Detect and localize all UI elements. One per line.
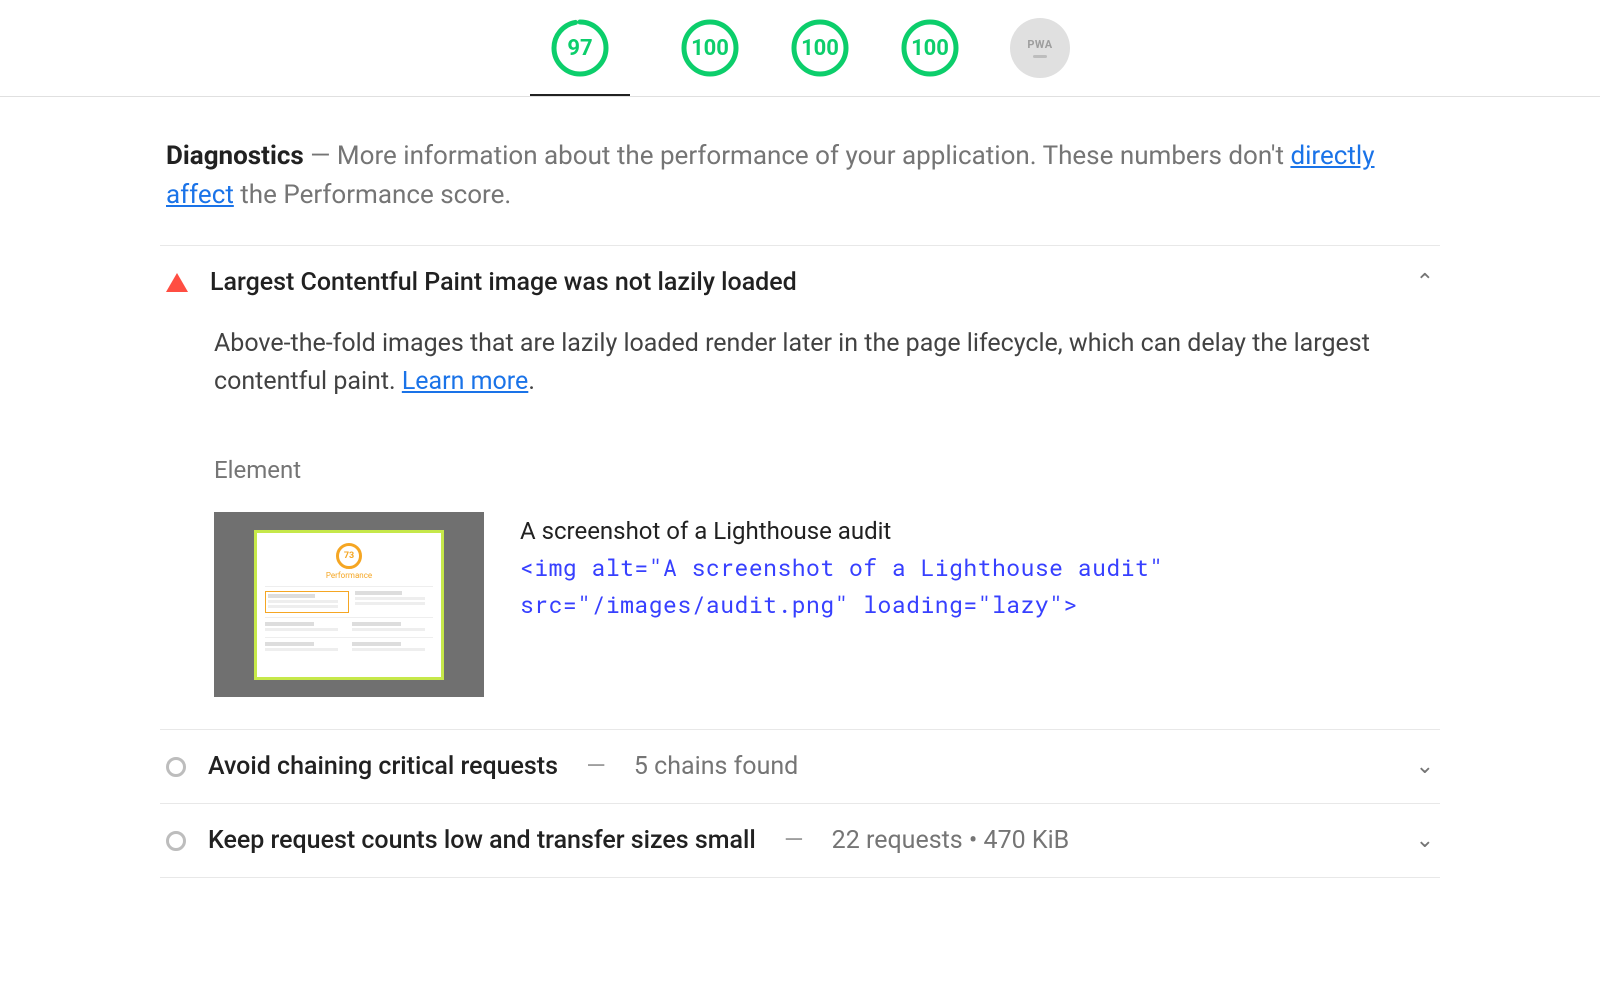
pwa-bar-icon	[1033, 55, 1047, 58]
audit-body: Above-the-fold images that are lazily lo…	[166, 297, 1434, 707]
audit-detail: 22 requests • 470 KiB	[832, 826, 1070, 855]
element-thumbnail: 73 Performance	[214, 512, 484, 697]
audit-description: Above-the-fold images that are lazily lo…	[214, 325, 1434, 400]
gauge-value: 100	[790, 18, 850, 78]
gauge-value: 100	[900, 18, 960, 78]
gauge-performance[interactable]: 97	[530, 18, 630, 96]
audit-title: Avoid chaining critical requests	[208, 752, 558, 781]
audit-header[interactable]: Avoid chaining critical requests — 5 cha…	[166, 752, 1434, 781]
element-row: 73 Performance	[214, 512, 1434, 697]
audit-item: Avoid chaining critical requests — 5 cha…	[160, 730, 1440, 804]
diagnostics-intro: Diagnostics — More information about the…	[160, 137, 1440, 246]
audit-title: Keep request counts low and transfer siz…	[208, 826, 756, 855]
circle-neutral-icon	[166, 757, 186, 777]
gauge-value: 100	[680, 18, 740, 78]
element-info: A screenshot of a Lighthouse audit <img …	[520, 512, 1434, 624]
diagnostics-desc-post: the Performance score.	[234, 180, 511, 210]
chevron-down-icon: ⌄	[1416, 828, 1434, 853]
triangle-fail-icon	[166, 273, 188, 292]
gauge-best-practices[interactable]: 100	[790, 18, 850, 78]
audit-detail: 5 chains found	[634, 752, 798, 781]
gauge-value: 97	[550, 18, 610, 78]
circle-neutral-icon	[166, 831, 186, 851]
gauge-pwa[interactable]: PWA	[1010, 18, 1070, 78]
chevron-down-icon: ⌄	[1416, 754, 1434, 779]
audit-header[interactable]: Keep request counts low and transfer siz…	[166, 826, 1434, 855]
pwa-label: PWA	[1027, 38, 1052, 51]
learn-more-link[interactable]: Learn more	[402, 367, 528, 396]
chevron-up-icon: ⌃	[1416, 270, 1434, 295]
audit-item: Keep request counts low and transfer siz…	[160, 804, 1440, 878]
audit-header[interactable]: Largest Contentful Paint image was not l…	[166, 268, 1434, 297]
gauge-seo[interactable]: 100	[900, 18, 960, 78]
element-caption: A screenshot of a Lighthouse audit	[520, 512, 1434, 550]
audit-title: Largest Contentful Paint image was not l…	[210, 268, 797, 297]
score-header: 97 100 100 100 PWA	[0, 0, 1600, 97]
diagnostics-desc-pre: — More information about the performance…	[304, 141, 1291, 171]
element-code-snippet: <img alt="A screenshot of a Lighthouse a…	[520, 550, 1434, 624]
element-label: Element	[214, 456, 1434, 484]
diagnostics-title: Diagnostics	[166, 141, 304, 171]
gauge-accessibility[interactable]: 100	[680, 18, 740, 78]
audit-item: Largest Contentful Paint image was not l…	[160, 246, 1440, 730]
